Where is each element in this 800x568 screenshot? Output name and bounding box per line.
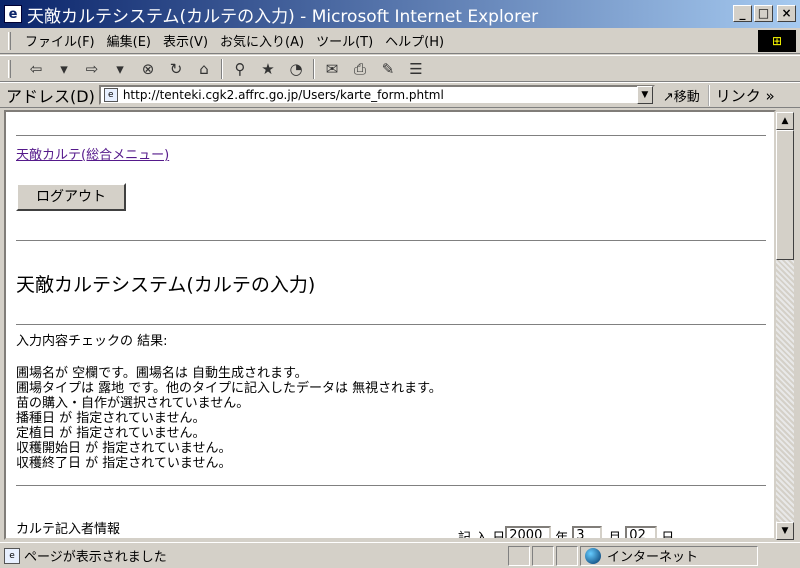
scroll-thumb[interactable] bbox=[776, 130, 794, 260]
message-line: 定植日 が 指定されていません。 bbox=[16, 426, 206, 441]
message-line: 圃場名が 空欄です。圃場名は 自動生成されます。 bbox=[16, 366, 308, 381]
status-text: ページが表示されました bbox=[24, 550, 167, 565]
globe-icon bbox=[585, 547, 601, 564]
chevron-down-icon[interactable]: ▾ bbox=[53, 59, 75, 79]
page-content: 天敵カルテ(総合メニュー) ログアウト 天敵カルテシステム(カルテの入力) 入力… bbox=[4, 110, 776, 540]
go-arrow-icon: ↗ bbox=[662, 89, 674, 105]
home-icon[interactable]: ⌂ bbox=[193, 59, 215, 79]
main-menu-link[interactable]: 天敵カルテ(総合メニュー) bbox=[16, 144, 169, 163]
address-bar: アドレス(D) e http://tenteki.cgk2.affrc.go.j… bbox=[0, 82, 800, 108]
divider bbox=[16, 324, 766, 326]
title-bar: e 天敵カルテシステム(カルテの入力) - Microsoft Internet… bbox=[0, 0, 800, 28]
date-label: 記 入 日 bbox=[458, 530, 506, 540]
refresh-icon[interactable]: ↻ bbox=[165, 59, 187, 79]
menu-bar: ファイル(F) 編集(E) 表示(V) お気に入り(A) ツール(T) ヘルプ(… bbox=[0, 28, 800, 54]
search-icon[interactable]: ⚲ bbox=[229, 59, 251, 79]
entry-date-row: 記 入 日 2000 年 3 月 02 日 bbox=[458, 526, 675, 540]
zone-label: インターネット bbox=[607, 550, 699, 565]
standard-toolbar: ⇦ ▾ ⇨ ▾ ⊗ ↻ ⌂ ⚲ ★ ◔ ✉ ⎙ ✎ ☰ bbox=[0, 55, 800, 82]
menu-favorites[interactable]: お気に入り(A) bbox=[214, 29, 310, 52]
address-input[interactable]: e http://tenteki.cgk2.affrc.go.jp/Users/… bbox=[98, 85, 655, 105]
status-pane bbox=[508, 545, 530, 566]
ie-logo-icon: e bbox=[4, 5, 22, 23]
security-zone: インターネット bbox=[580, 545, 758, 566]
year-unit: 年 bbox=[555, 530, 569, 540]
maximize-button[interactable]: □ bbox=[754, 5, 773, 22]
day-input[interactable]: 02 bbox=[625, 526, 658, 538]
go-button[interactable]: ↗移動 bbox=[663, 86, 700, 105]
menu-tools[interactable]: ツール(T) bbox=[310, 29, 379, 52]
message-line: 播種日 が 指定されていません。 bbox=[16, 411, 206, 426]
discuss-icon[interactable]: ☰ bbox=[405, 59, 427, 79]
chevron-down-icon[interactable]: ▾ bbox=[109, 59, 131, 79]
menu-help[interactable]: ヘルプ(H) bbox=[379, 29, 450, 52]
toolbar-separator bbox=[221, 58, 223, 79]
page-title: 天敵カルテシステム(カルテの入力) bbox=[16, 274, 316, 296]
check-result-label: 入力内容チェックの 結果: bbox=[16, 334, 168, 349]
window-title: 天敵カルテシステム(カルテの入力) - Microsoft Internet E… bbox=[27, 6, 539, 27]
address-url[interactable]: http://tenteki.cgk2.affrc.go.jp/Users/ka… bbox=[123, 88, 444, 102]
message-line: 収穫終了日 が 指定されていません。 bbox=[16, 456, 232, 471]
divider bbox=[16, 135, 766, 137]
month-unit: 月 bbox=[608, 530, 622, 540]
forward-icon[interactable]: ⇨ bbox=[81, 59, 103, 79]
favorites-icon[interactable]: ★ bbox=[257, 59, 279, 79]
toolbar-grip bbox=[8, 59, 11, 78]
window-controls: _ □ × bbox=[733, 5, 796, 22]
close-button[interactable]: × bbox=[777, 5, 796, 22]
status-bar: e ページが表示されました インターネット bbox=[0, 542, 800, 568]
menu-view[interactable]: 表示(V) bbox=[157, 29, 214, 52]
menu-file[interactable]: ファイル(F) bbox=[19, 29, 101, 52]
year-input[interactable]: 2000 bbox=[505, 526, 552, 538]
mail-icon[interactable]: ✉ bbox=[321, 59, 343, 79]
status-pane bbox=[532, 545, 554, 566]
logout-button[interactable]: ログアウト bbox=[16, 183, 126, 211]
go-button-label: 移動 bbox=[673, 89, 700, 105]
message-line: 苗の購入・自作が選択されていません。 bbox=[16, 396, 250, 411]
message-line: 収穫開始日 が 指定されていません。 bbox=[16, 441, 232, 456]
back-icon[interactable]: ⇦ bbox=[25, 59, 47, 79]
scroll-up-icon[interactable]: ▲ bbox=[776, 112, 794, 130]
divider bbox=[16, 485, 766, 487]
menu-edit[interactable]: 編集(E) bbox=[101, 29, 157, 52]
menu-grip bbox=[8, 31, 11, 50]
minimize-button[interactable]: _ bbox=[733, 5, 752, 22]
status-pane bbox=[556, 545, 578, 566]
divider bbox=[16, 240, 766, 242]
month-input[interactable]: 3 bbox=[572, 526, 603, 538]
links-button[interactable]: リンク » bbox=[707, 84, 775, 106]
check-messages: 圃場名が 空欄です。圃場名は 自動生成されます。 圃場タイプは 露地 です。他の… bbox=[16, 366, 442, 471]
message-line: 圃場タイプは 露地 です。他のタイプに記入したデータは 無視されます。 bbox=[16, 381, 442, 396]
edit-icon[interactable]: ✎ bbox=[377, 59, 399, 79]
section-label: カルテ記入者情報 bbox=[16, 522, 121, 537]
scroll-down-icon[interactable]: ▼ bbox=[776, 522, 794, 540]
toolbar-separator bbox=[313, 58, 315, 79]
chevron-down-icon[interactable]: ▼ bbox=[636, 86, 653, 104]
stop-icon[interactable]: ⊗ bbox=[137, 59, 159, 79]
history-icon[interactable]: ◔ bbox=[285, 59, 307, 79]
day-unit: 日 bbox=[661, 530, 675, 540]
vertical-scrollbar[interactable]: ▲ ▼ bbox=[776, 112, 794, 540]
windows-logo-icon: ⊞ bbox=[758, 30, 796, 52]
page-done-icon: e bbox=[4, 547, 20, 564]
page-icon: e bbox=[103, 88, 118, 102]
links-label: リンク bbox=[715, 86, 761, 105]
print-icon[interactable]: ⎙ bbox=[349, 59, 371, 79]
address-label: アドレス(D) bbox=[6, 87, 95, 106]
